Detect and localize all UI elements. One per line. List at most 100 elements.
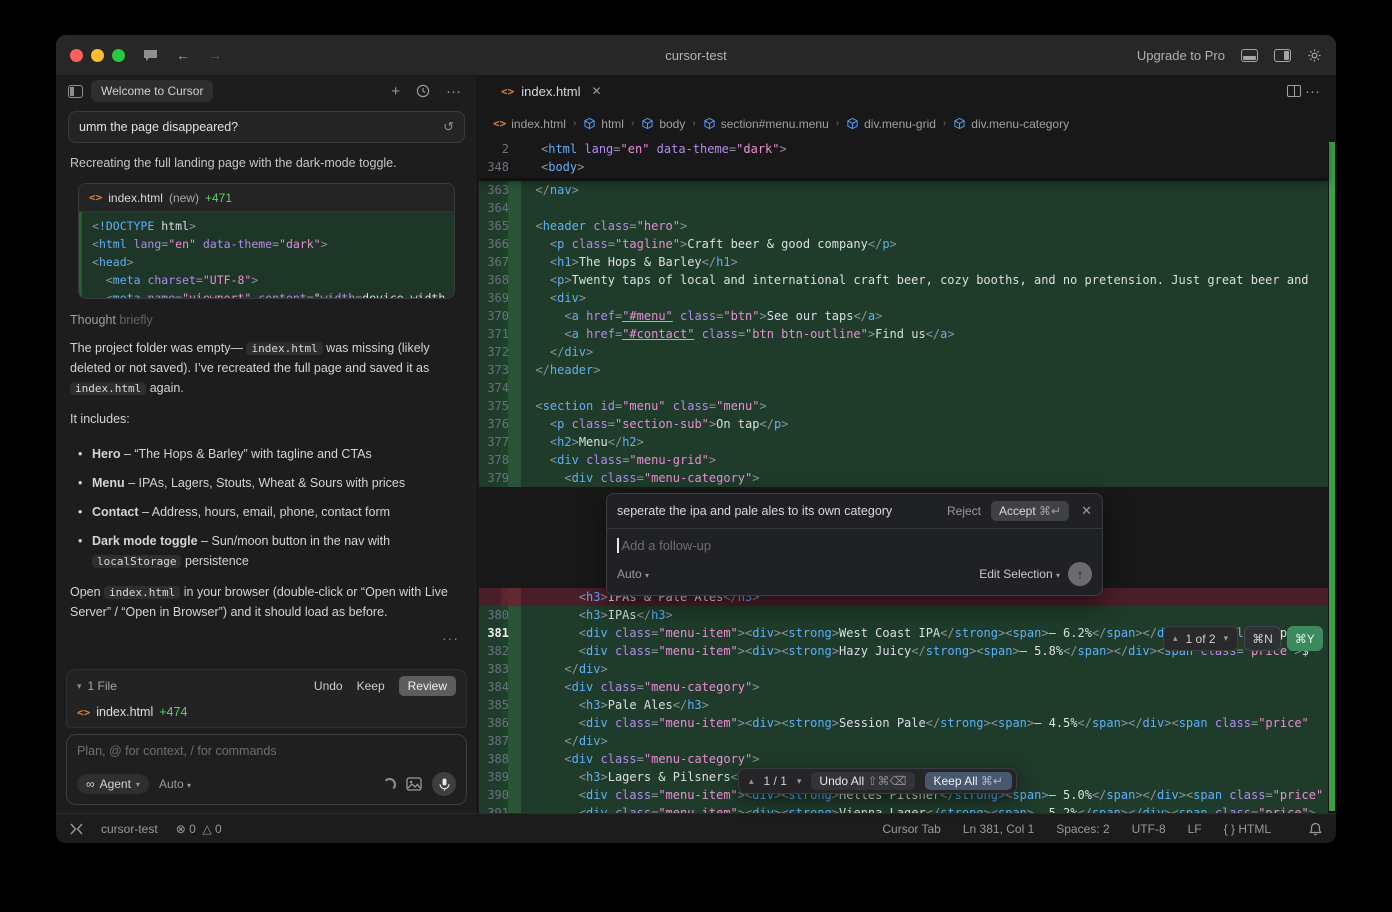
code-diff-card[interactable]: <> index.html (new) +471 <!DOCTYPE html>… <box>78 183 455 299</box>
code-line[interactable]: 348<body> <box>479 158 1328 176</box>
voice-input-button[interactable] <box>432 772 456 796</box>
code-line[interactable]: 369 <div> <box>479 289 1328 307</box>
send-followup-button[interactable]: ↑ <box>1068 562 1092 586</box>
forward-icon[interactable]: → <box>208 47 222 63</box>
close-popup-icon[interactable]: ✕ <box>1081 503 1092 519</box>
inline-code: index.html <box>70 382 146 395</box>
settings-gear-icon[interactable] <box>1307 48 1322 63</box>
breadcrumb-item[interactable]: div.menu-category <box>953 117 1069 131</box>
breadcrumb-item[interactable]: <>index.html <box>493 117 566 131</box>
statusbar-item[interactable]: UTF-8 <box>1132 822 1166 836</box>
app-window: ← → cursor-test Upgrade to Pro Welcome t… <box>56 35 1336 843</box>
code-line[interactable]: 368 <p>Twenty taps of local and internat… <box>479 271 1328 289</box>
popup-model-selector[interactable]: Auto ▾ <box>617 567 649 581</box>
overview-ruler[interactable] <box>1328 140 1336 813</box>
code-line[interactable]: 378 <div class="menu-grid"> <box>479 451 1328 469</box>
prev-file-icon[interactable]: ▴ <box>749 776 754 787</box>
problems-indicator[interactable]: ⊗ 0 △ 0 <box>176 822 222 836</box>
minimize-window-button[interactable] <box>91 49 104 62</box>
code-line[interactable]: 370 <a href="#menu" class="btn">See our … <box>479 307 1328 325</box>
model-selector[interactable]: Auto ▾ <box>159 777 191 791</box>
breadcrumb-item[interactable]: body <box>641 117 685 131</box>
next-file-icon[interactable]: ▾ <box>797 776 802 787</box>
code-line[interactable]: 391 <div class="menu-item"><div><strong>… <box>479 804 1328 813</box>
editor-more-icon[interactable]: ··· <box>1301 84 1324 99</box>
code-line[interactable]: 2<html lang="en" data-theme="dark"> <box>479 140 1328 158</box>
keep-button[interactable]: Keep <box>357 679 385 693</box>
statusbar-item[interactable]: LF <box>1188 822 1202 836</box>
code-line[interactable]: 363 </nav> <box>479 181 1328 199</box>
statusbar-item[interactable]: { } HTML <box>1224 822 1271 836</box>
code-line[interactable]: 366 <p class="tagline">Craft beer & good… <box>479 235 1328 253</box>
breadcrumb-item[interactable]: div.menu-grid <box>846 117 936 131</box>
undo-all-button[interactable]: Undo All ⇧⌘⌫ <box>811 772 914 790</box>
accept-button[interactable]: Accept ⌘↵ <box>991 501 1069 521</box>
code-line: <head> <box>92 253 454 271</box>
symbol-cube-icon <box>583 117 596 130</box>
prev-diff-icon[interactable]: ▴ <box>1173 633 1178 644</box>
code-line[interactable]: 364 <box>479 199 1328 217</box>
toggle-sidebar-icon[interactable] <box>1274 49 1291 62</box>
new-chat-icon[interactable]: + <box>387 84 404 99</box>
close-tab-icon[interactable]: ✕ <box>592 84 602 98</box>
user-message[interactable]: umm the page disappeared? ↺ <box>68 111 465 143</box>
chat-tab-welcome[interactable]: Welcome to Cursor <box>91 80 213 102</box>
close-window-button[interactable] <box>70 49 83 62</box>
chat-more-icon[interactable]: ··· <box>442 84 465 99</box>
project-name[interactable]: cursor-test <box>101 822 158 836</box>
attach-image-icon[interactable] <box>406 777 422 791</box>
chat-history-icon[interactable] <box>412 84 434 98</box>
code-line[interactable]: 375 <section id="menu" class="menu"> <box>479 397 1328 415</box>
reject-button[interactable]: Reject <box>947 504 981 518</box>
code-line[interactable]: 377 <h2>Menu</h2> <box>479 433 1328 451</box>
notifications-bell-icon[interactable] <box>1309 822 1322 836</box>
review-button[interactable]: Review <box>399 676 456 696</box>
undo-button[interactable]: Undo <box>314 679 343 693</box>
upgrade-to-pro-button[interactable]: Upgrade to Pro <box>1137 48 1225 63</box>
statusbar-item[interactable]: Cursor Tab <box>882 822 940 836</box>
toggle-panel-icon[interactable] <box>1241 49 1258 62</box>
collapse-files-icon[interactable]: ▾ <box>77 681 82 692</box>
code-line[interactable]: 373 </header> <box>479 361 1328 379</box>
editor-tab-index-html[interactable]: <> index.html ✕ <box>491 78 612 105</box>
thought-label[interactable]: Thought briefly <box>70 313 463 327</box>
accept-shortcut[interactable]: ⌘Y <box>1287 626 1323 651</box>
breadcrumb-item[interactable]: section#menu.menu <box>703 117 829 131</box>
remote-indicator-icon[interactable] <box>70 823 83 835</box>
breadcrumb-item[interactable]: html <box>583 117 624 131</box>
code-line[interactable]: 387 </div> <box>479 732 1328 750</box>
code-line[interactable]: 376 <p class="section-sub">On tap</p> <box>479 415 1328 433</box>
code-line[interactable]: 365 <header class="hero"> <box>479 217 1328 235</box>
infinity-icon: ∞ <box>86 777 95 791</box>
feedback-icon[interactable] <box>143 49 158 62</box>
code-line[interactable]: 374 <box>479 379 1328 397</box>
message-more-icon[interactable]: ··· <box>68 630 459 646</box>
followup-input[interactable]: Add a follow-up <box>607 529 1102 555</box>
maximize-window-button[interactable] <box>112 49 125 62</box>
toggle-chat-sidebar-icon[interactable] <box>68 85 83 98</box>
code-line[interactable]: 388 <div class="menu-category"> <box>479 750 1328 768</box>
code-line[interactable]: 380 <h3>IPAs</h3> <box>479 606 1328 624</box>
next-diff-icon[interactable]: ▾ <box>1224 633 1229 644</box>
code-line[interactable]: 384 <div class="menu-category"> <box>479 678 1328 696</box>
code-line[interactable]: 385 <h3>Pale Ales</h3> <box>479 696 1328 714</box>
code-line[interactable]: 383 </div> <box>479 660 1328 678</box>
code-line[interactable]: 371 <a href="#contact" class="btn btn-ou… <box>479 325 1328 343</box>
code-line[interactable]: 372 </div> <box>479 343 1328 361</box>
code-line[interactable]: 379 <div class="menu-category"> <box>479 469 1328 487</box>
statusbar-item[interactable]: Spaces: 2 <box>1056 822 1109 836</box>
agent-mode-selector[interactable]: ∞ Agent ▾ <box>77 774 149 794</box>
statusbar-item[interactable]: Ln 381, Col 1 <box>963 822 1034 836</box>
code-editor[interactable]: 363 </nav>364365 <header class="hero">36… <box>479 140 1336 813</box>
back-icon[interactable]: ← <box>176 47 190 63</box>
changed-file-row[interactable]: <> index.html +474 <box>77 705 456 719</box>
code-line[interactable]: 367 <h1>The Hops & Barley</h1> <box>479 253 1328 271</box>
restore-checkpoint-icon[interactable]: ↺ <box>443 119 454 135</box>
split-editor-icon[interactable] <box>1287 85 1301 97</box>
chat-input-box[interactable]: Plan, @ for context, / for commands ∞ Ag… <box>66 734 467 805</box>
keep-all-button[interactable]: Keep All ⌘↵ <box>925 772 1012 790</box>
code-line[interactable]: 386 <div class="menu-item"><div><strong>… <box>479 714 1328 732</box>
next-shortcut[interactable]: ⌘N <box>1244 626 1281 651</box>
edit-selection-dropdown[interactable]: Edit Selection ▾ <box>979 567 1060 581</box>
code-line: <meta charset="UTF-8"> <box>92 271 454 289</box>
